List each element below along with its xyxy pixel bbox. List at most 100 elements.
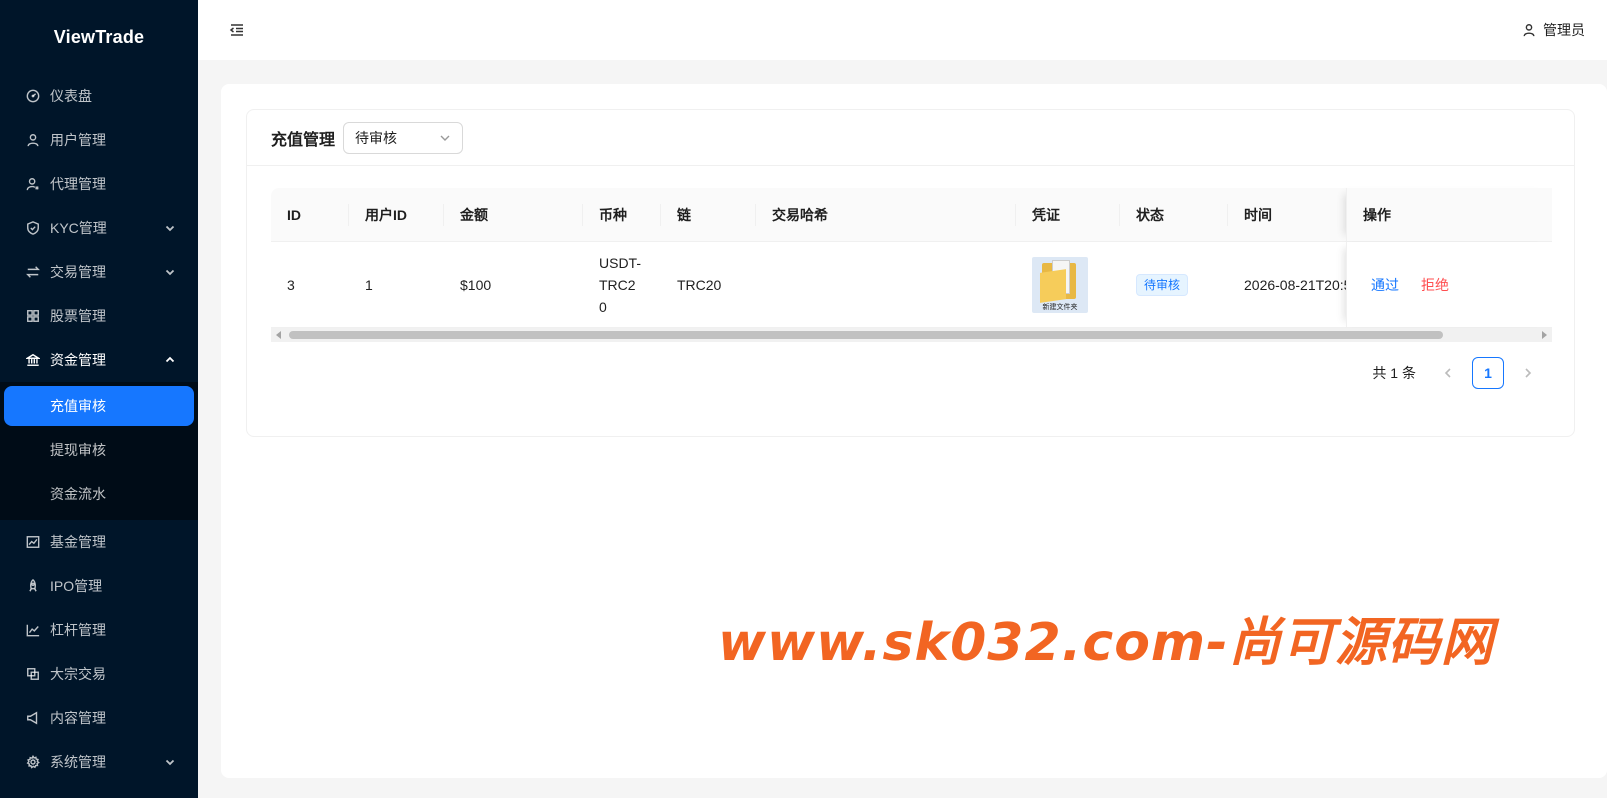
pagination: 共 1 条 1 (1372, 357, 1548, 389)
sidebar-item-users[interactable]: 用户管理 (0, 118, 198, 162)
col-header-chain: 链 (661, 188, 756, 241)
pagination-total: 共 1 条 (1372, 365, 1416, 381)
user-icon (1523, 24, 1535, 37)
col-header-status: 状态 (1120, 188, 1228, 241)
sidebar-item-content[interactable]: 内容管理 (0, 696, 198, 740)
cell-amount: $100 (460, 276, 492, 293)
col-header-time: 时间 (1244, 206, 1272, 223)
chevron-down-icon (164, 222, 176, 234)
page-title: 充值管理 (271, 131, 336, 149)
col-header-id: ID (271, 188, 349, 241)
top-header: 管理员 (198, 0, 1607, 60)
voucher-label: 新建文件夹 (1042, 303, 1078, 311)
sidebar-item-label: 大宗交易 (50, 666, 106, 682)
sidebar-item-system[interactable]: 系统管理 (0, 740, 198, 784)
cell-tx-hash (756, 242, 1016, 327)
chevron-down-icon (164, 756, 176, 768)
sidebar-item-kyc[interactable]: KYC管理 (0, 206, 198, 250)
col-header-currency: 币种 (583, 188, 661, 241)
col-header-user-id: 用户ID (349, 188, 444, 241)
card-header: 充值管理 待审核 (247, 110, 1574, 166)
scroll-left-icon[interactable] (276, 331, 281, 339)
deposit-card: 充值管理 待审核 ID 用户ID 金额 币种 链 交易哈希 凭证 状态 时间 操… (246, 109, 1575, 437)
status-filter-select[interactable]: 待审核 (343, 121, 464, 154)
col-header-amount: 金额 (444, 188, 583, 241)
sidebar-item-stocks[interactable]: 股票管理 (0, 294, 198, 338)
status-filter-value: 待审核 (355, 129, 398, 146)
stock-chart-icon (25, 534, 41, 550)
chevron-left-icon (1444, 368, 1451, 378)
chevron-up-icon (164, 354, 176, 366)
block-icon (25, 666, 41, 682)
sidebar-item-fund-products[interactable]: 基金管理 (0, 520, 198, 564)
prev-page-button[interactable] (1432, 357, 1464, 389)
next-page-button[interactable] (1512, 357, 1544, 389)
sidebar-item-label: 用户管理 (50, 132, 106, 148)
line-chart-icon (25, 622, 41, 638)
dashboard-icon (25, 88, 41, 104)
reject-button[interactable]: 拒绝 (1421, 275, 1449, 295)
sidebar-item-label: IPO管理 (50, 578, 103, 594)
user-switch-icon (25, 176, 41, 192)
sidebar-item-label: 内容管理 (50, 710, 106, 726)
approve-button[interactable]: 通过 (1371, 275, 1399, 295)
swap-icon (25, 264, 41, 280)
voucher-thumbnail[interactable]: 新建文件夹 (1032, 256, 1088, 313)
sidebar-item-leverage[interactable]: 杠杆管理 (0, 608, 198, 652)
status-badge: 待审核 (1136, 273, 1189, 296)
sidebar-menu: 仪表盘 用户管理 代理管理 KYC管理 交易管理 股票管理 资金管理 (0, 74, 198, 382)
chevron-right-icon (1525, 368, 1532, 378)
scroll-right-icon[interactable] (1542, 331, 1547, 339)
sidebar-item-funds[interactable]: 资金管理 (0, 338, 198, 382)
sidebar-item-dashboard[interactable]: 仪表盘 (0, 74, 198, 118)
app-logo: ViewTrade (53, 26, 145, 47)
cell-voucher: 新建文件夹 (1016, 242, 1120, 327)
cell-currency: USDT-TRC20 (599, 254, 641, 315)
sidebar-item-label: 交易管理 (50, 264, 106, 280)
sidebar-item-label: 仪表盘 (50, 88, 92, 104)
sidebar-item-deposit-review[interactable]: 充值审核 (4, 386, 194, 426)
user-name: 管理员 (1543, 22, 1585, 38)
col-header-tx-hash: 交易哈希 (756, 188, 1016, 241)
cell-user-id: 1 (365, 276, 373, 293)
chevron-down-icon (164, 266, 176, 278)
cell-time: 2026-08-21T20:5 (1244, 276, 1346, 293)
user-icon (25, 132, 41, 148)
sidebar-item-trades[interactable]: 交易管理 (0, 250, 198, 294)
scrollbar-thumb[interactable] (289, 331, 1443, 339)
col-header-voucher: 凭证 (1016, 188, 1120, 241)
watermark: www.sk032.com-尚可源码网 (718, 613, 1494, 673)
cell-status: 待审核 (1120, 242, 1228, 327)
table-header: ID 用户ID 金额 币种 链 交易哈希 凭证 状态 时间 操作 (271, 188, 1552, 242)
shield-check-icon (25, 220, 41, 236)
sidebar-item-withdraw-review[interactable]: 提现审核 (4, 430, 194, 470)
user-menu[interactable]: 管理员 (1522, 20, 1585, 40)
sidebar-item-agents[interactable]: 代理管理 (0, 162, 198, 206)
folder-front-shape (1040, 268, 1066, 303)
sidebar-item-label: 股票管理 (50, 308, 106, 324)
table-row: 3 1 $100 USDT-TRC20 TRC20 新建文件夹 待审核 2026… (271, 242, 1552, 328)
sidebar-item-block-trade[interactable]: 大宗交易 (0, 652, 198, 696)
rocket-icon (25, 578, 41, 594)
sidebar-item-ipo[interactable]: IPO管理 (0, 564, 198, 608)
sidebar-item-label: 代理管理 (50, 176, 106, 192)
bank-icon (25, 352, 41, 368)
page-1-button[interactable]: 1 (1472, 357, 1504, 389)
menu-fold-icon[interactable] (228, 21, 246, 39)
sidebar-item-fund-flow[interactable]: 资金流水 (4, 474, 194, 514)
horizontal-scrollbar[interactable] (271, 328, 1552, 342)
cell-chain: TRC20 (677, 276, 722, 293)
sidebar-item-label: 基金管理 (50, 534, 106, 550)
cell-id: 3 (287, 276, 295, 293)
deposit-table: ID 用户ID 金额 币种 链 交易哈希 凭证 状态 时间 操作 3 1 $10… (271, 188, 1552, 342)
sidebar-item-label: 资金管理 (50, 352, 106, 368)
sidebar-item-label: KYC管理 (50, 220, 107, 236)
sidebar-item-label: 杠杆管理 (50, 622, 106, 638)
appstore-icon (25, 308, 41, 324)
cell-actions: 通过 拒绝 (1346, 242, 1552, 327)
funds-submenu: 充值审核 提现审核 资金流水 (0, 382, 198, 520)
sidebar-menu-lower: 基金管理 IPO管理 杠杆管理 大宗交易 内容管理 系统管理 (0, 520, 198, 784)
notification-icon (25, 710, 41, 726)
chevron-down-icon (439, 132, 451, 144)
col-header-actions: 操作 (1346, 188, 1552, 241)
